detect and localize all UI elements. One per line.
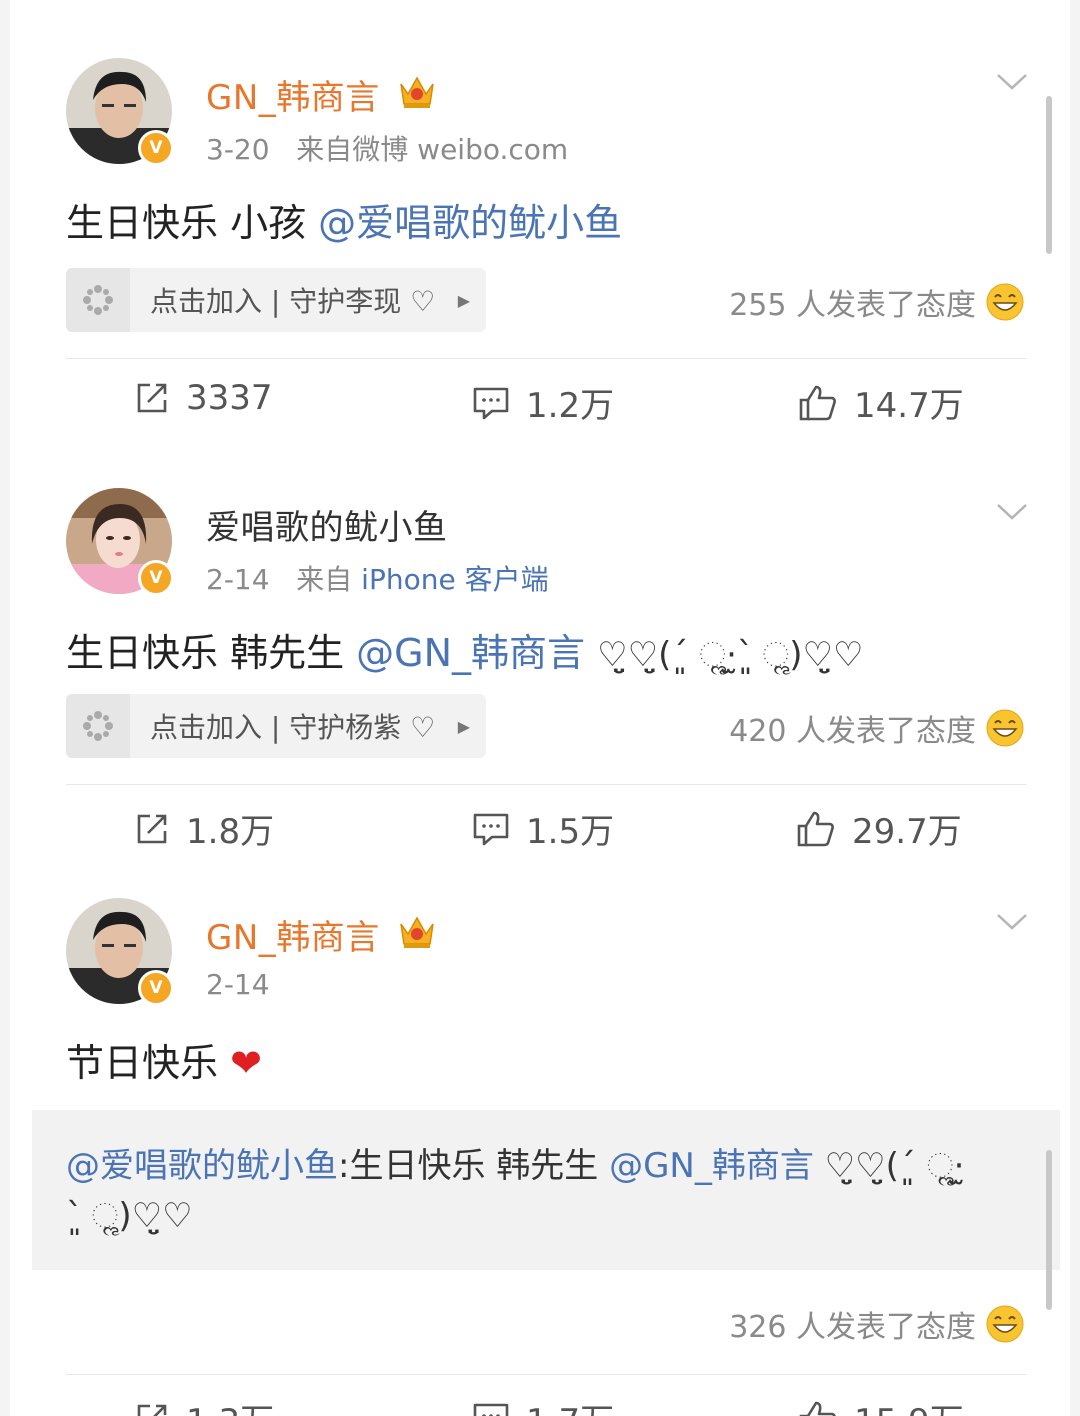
source-prefix: 来自 — [296, 563, 353, 596]
like-button[interactable]: 29.7万 — [796, 804, 962, 853]
repost-line-2: ˋ͈ ૢ)♡̤̮♡ — [66, 1196, 193, 1236]
reactions-summary[interactable]: 255 人发表了态度 — [729, 280, 1024, 324]
repost-icon — [137, 383, 167, 413]
author-name[interactable]: 爱唱歌的鱿小鱼 — [206, 500, 448, 549]
post-text: 生日快乐 小孩 @爱唱歌的鱿小鱼 — [66, 192, 622, 247]
action-bar: 1.3万 1.7万 15.9万 — [0, 1388, 1080, 1416]
action-bar: 1.8万 1.5万 29.7万 — [0, 798, 1080, 858]
post-text-body: 生日快乐 韩先生 — [66, 631, 357, 675]
reactions-count: 420 人发表了态度 — [729, 714, 976, 749]
divider — [66, 358, 1026, 359]
post-date: 2-14 — [206, 563, 270, 596]
reactions-summary[interactable]: 326 人发表了态度 — [729, 1302, 1024, 1346]
supertopic-icon — [66, 268, 130, 332]
mention-link[interactable]: @GN_韩商言 — [609, 1146, 814, 1186]
scrollbar[interactable] — [1046, 1150, 1052, 1310]
repost-body: :生日快乐 韩先生 — [338, 1146, 610, 1186]
source-prefix: 来自微博 — [296, 133, 409, 166]
divider — [66, 1374, 1026, 1375]
comment-button[interactable]: 1.7万 — [472, 1394, 614, 1416]
like-button[interactable]: 14.7万 — [798, 378, 964, 427]
post-text: 节日快乐 ❤ — [66, 1032, 262, 1087]
reactions-count: 326 人发表了态度 — [729, 1310, 976, 1345]
mention-link[interactable]: @爱唱歌的鱿小鱼 — [66, 1146, 338, 1186]
post-meta: 2-14 来自 iPhone 客户端 — [206, 558, 549, 598]
post-text-body: 生日快乐 小孩 — [66, 201, 319, 245]
comment-icon — [473, 813, 509, 845]
repost-icon — [137, 814, 167, 843]
avatar[interactable]: V — [66, 58, 174, 166]
avatar[interactable]: V — [66, 898, 174, 1006]
post-meta: 2-14 — [206, 968, 270, 1001]
post-meta: 3-20 来自微博 weibo.com — [206, 128, 568, 168]
divider — [66, 784, 1026, 785]
chevron-down-icon[interactable] — [996, 72, 1028, 92]
kaomoji: ˋ͈ ૢ)♡̤̮♡ — [66, 1196, 193, 1236]
mention-link[interactable]: @爱唱歌的鱿小鱼 — [318, 201, 622, 245]
post-date: 3-20 — [206, 133, 270, 166]
chevron-down-icon[interactable] — [996, 502, 1028, 522]
repost-button[interactable]: 1.8万 — [134, 804, 274, 853]
chevron-down-icon[interactable] — [996, 912, 1028, 932]
author-name[interactable]: GN_韩商言 — [206, 70, 380, 119]
post-text-body: 节日快乐 — [66, 1041, 231, 1085]
red-heart-emoji: ❤ — [230, 1041, 262, 1085]
grin-emoji-icon — [986, 709, 1024, 747]
comment-icon — [473, 387, 509, 419]
repost-button[interactable]: 3337 — [134, 378, 273, 418]
comment-button[interactable]: 1.2万 — [472, 378, 614, 427]
like-count: 14.7万 — [854, 386, 964, 426]
reactions-count: 255 人发表了态度 — [729, 288, 976, 323]
supertopic-pill[interactable]: 点击加入 | 守护李现 ♡ ▶ — [66, 268, 486, 332]
like-count: 29.7万 — [852, 812, 962, 852]
supertopic-label: 点击加入 | 守护杨紫 ♡ — [150, 711, 436, 744]
mention-link[interactable]: @GN_韩商言 — [356, 631, 585, 675]
post-source[interactable]: iPhone 客户端 — [361, 563, 548, 596]
repost-count: 1.8万 — [186, 812, 275, 852]
like-button[interactable]: 15.9万 — [798, 1394, 964, 1416]
verified-badge-icon: V — [138, 970, 174, 1006]
reactions-summary[interactable]: 420 人发表了态度 — [729, 706, 1024, 750]
crown-icon — [400, 76, 434, 108]
verified-badge-icon: V — [138, 130, 174, 166]
repost-count: 3337 — [186, 378, 273, 418]
scrollbar[interactable] — [1046, 96, 1052, 254]
grin-emoji-icon — [986, 283, 1024, 321]
post-source: weibo.com — [417, 133, 569, 166]
thumbs-up-icon — [799, 1401, 836, 1416]
triangle-right-icon: ▶ — [457, 716, 470, 736]
repost-icon — [137, 1404, 167, 1416]
triangle-right-icon: ▶ — [457, 290, 470, 310]
kaomoji: ♡̤̮♡̤̮(ˊ͈ ૢ·̫ — [813, 1146, 965, 1186]
comment-count: 1.5万 — [526, 812, 615, 852]
like-count: 15.9万 — [854, 1394, 964, 1416]
comment-count: 1.7万 — [526, 1394, 614, 1416]
verified-badge-icon: V — [138, 560, 174, 596]
frame-edge — [0, 0, 10, 1416]
post-text: 生日快乐 韩先生 @GN_韩商言 ♡̤̮♡̤̮(ˊ͈ ૢ·̫ˋ͈ ૢ)♡̤̮♡ — [66, 622, 864, 677]
supertopic-pill[interactable]: 点击加入 | 守护杨紫 ♡ ▶ — [66, 694, 486, 758]
comment-button[interactable]: 1.5万 — [472, 804, 614, 853]
reposted-content[interactable]: @爱唱歌的鱿小鱼:生日快乐 韩先生 @GN_韩商言 ♡̤̮♡̤̮(ˊ͈ ૢ·̫ … — [32, 1110, 1060, 1270]
action-bar: 3337 1.2万 14.7万 — [0, 372, 1080, 432]
comment-count: 1.2万 — [526, 386, 615, 426]
post-date: 2-14 — [206, 968, 270, 1001]
supertopic-icon — [66, 694, 130, 758]
avatar[interactable]: V — [66, 488, 174, 596]
repost-line-1: @爱唱歌的鱿小鱼:生日快乐 韩先生 @GN_韩商言 ♡̤̮♡̤̮(ˊ͈ ૢ·̫ — [66, 1138, 964, 1187]
grin-emoji-icon — [986, 1305, 1024, 1343]
comment-icon — [473, 1403, 509, 1416]
thumbs-up-icon — [799, 385, 836, 420]
supertopic-label: 点击加入 | 守护李现 ♡ — [150, 285, 436, 318]
repost-count: 1.3万 — [186, 1394, 274, 1416]
thumbs-up-icon — [797, 811, 834, 846]
repost-button[interactable]: 1.3万 — [134, 1394, 274, 1416]
frame-edge — [1070, 0, 1080, 1416]
crown-icon — [400, 916, 434, 948]
author-name[interactable]: GN_韩商言 — [206, 910, 380, 959]
kaomoji: ♡̤̮♡̤̮(ˊ͈ ૢ·̫ˋ͈ ૢ)♡̤̮♡ — [597, 635, 864, 675]
